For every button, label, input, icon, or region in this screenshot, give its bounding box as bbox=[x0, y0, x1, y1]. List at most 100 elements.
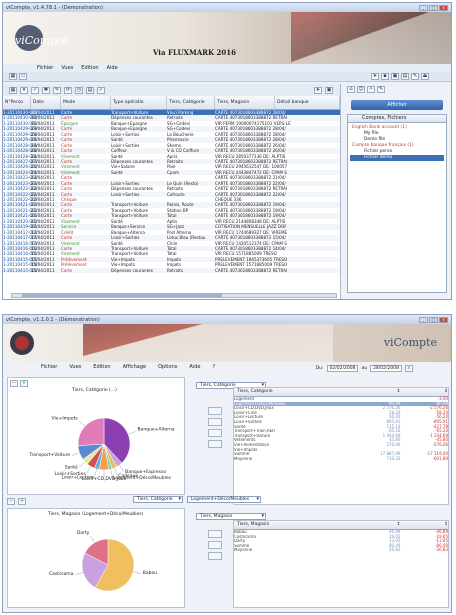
col-tiers-magasin[interactable]: Tiers, Magasin bbox=[215, 96, 275, 109]
menu-edition[interactable]: Edition bbox=[81, 65, 98, 71]
tree-item[interactable]: Fichier demo bbox=[350, 155, 444, 161]
key-icon[interactable]: ✎ bbox=[377, 86, 385, 93]
pie-panel-1: − + Tiers, Catégorie (...) Banque+Altern… bbox=[7, 377, 185, 495]
minimize-button-2[interactable]: _ bbox=[419, 316, 428, 323]
home-icon[interactable]: ⌂ bbox=[347, 86, 355, 93]
side-icons-1 bbox=[208, 407, 222, 448]
edit-icon-3[interactable] bbox=[208, 541, 222, 549]
vicompte-window-v1: viCompte, v1.4.78.1 - (Demonstration) _ … bbox=[2, 2, 452, 300]
pie-chart-icon-2[interactable] bbox=[208, 530, 222, 538]
plus-icon[interactable]: + bbox=[20, 380, 28, 387]
edit-icon-2[interactable] bbox=[208, 418, 222, 426]
chart-icon[interactable]: ▤ bbox=[401, 73, 409, 80]
tree-header[interactable]: Comptes, Fichiers bbox=[347, 114, 447, 123]
plus-icon-2[interactable]: + bbox=[18, 498, 26, 505]
edit-icon[interactable]: ✎ bbox=[411, 73, 419, 80]
cell-v1: 26,83 bbox=[389, 547, 401, 553]
sort-icon-2[interactable]: ↕ bbox=[400, 388, 448, 396]
cell-detail: CARTE 4073018603388872 RETRAI bbox=[215, 267, 288, 273]
col-nperso[interactable]: N°Perso bbox=[3, 96, 31, 109]
export-icon[interactable]: ▣ bbox=[325, 86, 333, 94]
accounts-toolbar: ⌂ ☺ ✧ ✎ bbox=[343, 84, 451, 96]
note-icon[interactable]: ▤ bbox=[86, 86, 94, 94]
pie-label: Santé bbox=[65, 464, 78, 471]
menu-vues[interactable]: Vues bbox=[61, 65, 73, 71]
app-banner: viCompte Via FLUXMARK 2016 bbox=[3, 12, 451, 64]
sort-icon-1[interactable]: ↕ bbox=[353, 388, 401, 396]
menu-fichier-2[interactable]: Fichier bbox=[41, 364, 57, 370]
close-button-2[interactable]: x bbox=[439, 316, 448, 323]
selector-logement-value[interactable]: Logement+Déco/Meubles bbox=[187, 496, 261, 503]
date-range: Du: 02/02/2008 au 28/02/2008 ⌕ bbox=[316, 365, 413, 372]
pie-slice[interactable] bbox=[77, 417, 105, 446]
table-icon-2[interactable] bbox=[208, 552, 222, 560]
menu-aide[interactable]: Aide bbox=[107, 65, 118, 71]
afficher-button[interactable]: Afficher bbox=[351, 100, 443, 110]
table-row[interactable]: 1-20110415-003 15/04/2011 Carte Dépenses co… bbox=[3, 267, 340, 274]
menu-edition-2[interactable]: Edition bbox=[93, 364, 110, 370]
maximize-button-2[interactable]: □ bbox=[429, 316, 438, 323]
table-row[interactable]: Moyenne 26,83 -26,83 bbox=[234, 548, 448, 553]
header-tiers-categorie[interactable]: Tiers, Catégorie bbox=[234, 388, 353, 396]
minus-icon-2[interactable]: − bbox=[7, 498, 15, 505]
title-bar: viCompte, v1.4.78.1 - (Demonstration) _ … bbox=[3, 3, 451, 12]
menu-help[interactable]: ? bbox=[212, 364, 215, 370]
menu-fichier[interactable]: Fichier bbox=[37, 65, 53, 71]
scroll-thumb[interactable] bbox=[22, 294, 222, 297]
col-mode[interactable]: Mode bbox=[61, 96, 111, 109]
check-icon[interactable]: ✓ bbox=[31, 86, 39, 94]
pencil-icon[interactable]: ✎ bbox=[53, 86, 61, 94]
calendar-icon[interactable]: ▦ bbox=[9, 86, 17, 94]
filter-icon[interactable]: ▾ bbox=[20, 86, 28, 94]
col-detail-banque[interactable]: Détail banque bbox=[275, 96, 340, 109]
sync-icon[interactable]: ⟳ bbox=[64, 86, 72, 94]
grid-icon[interactable]: ▦ bbox=[9, 73, 17, 80]
users-icon[interactable]: ☺ bbox=[357, 86, 365, 93]
lock-icon[interactable]: ▪ bbox=[381, 73, 389, 80]
menu-options[interactable]: Options bbox=[158, 364, 177, 370]
arrow-icon[interactable]: ➤ bbox=[371, 73, 379, 80]
pie-leader-line bbox=[86, 466, 91, 474]
table-icon[interactable] bbox=[208, 429, 222, 437]
pie-leader-line bbox=[90, 535, 95, 543]
selector-tiers-categorie-2[interactable]: Tiers, Catégorie bbox=[133, 496, 183, 503]
close-button[interactable]: x bbox=[439, 4, 448, 11]
sort-icon-4[interactable]: ↕ bbox=[400, 521, 448, 529]
accounts-panel: ⌂ ☺ ✧ ✎ Afficher Comptes, Fichiers Engli… bbox=[343, 84, 451, 299]
col-tiers-categorie[interactable]: Tiers, Catégorie bbox=[167, 96, 215, 109]
clock-icon[interactable]: ◷ bbox=[75, 86, 83, 94]
menu-affichage[interactable]: Affichage bbox=[123, 364, 147, 370]
maximize-button[interactable]: □ bbox=[429, 4, 438, 11]
minimize-button[interactable]: _ bbox=[419, 4, 428, 11]
date-from-field[interactable]: 02/02/2008 bbox=[326, 365, 359, 372]
sort-icon-3[interactable]: ↕ bbox=[353, 521, 401, 529]
selector-tiers-magasin[interactable]: Tiers, Magasin bbox=[196, 513, 266, 520]
table-row[interactable]: Moyenne 710,32 -601,89 bbox=[234, 456, 448, 462]
menu-aide-2[interactable]: Aide bbox=[189, 364, 200, 370]
pie-chart-icon[interactable] bbox=[208, 407, 222, 415]
folder-icon[interactable]: ▭ bbox=[19, 73, 27, 80]
export-icon-2[interactable] bbox=[208, 440, 222, 448]
header-tiers-magasin[interactable]: Tiers, Magasin bbox=[234, 521, 353, 529]
horizontal-scrollbar[interactable] bbox=[11, 293, 337, 298]
col-date[interactable]: Date bbox=[31, 96, 61, 109]
date-to-field[interactable]: 28/02/2008 bbox=[370, 365, 402, 372]
tag-icon[interactable]: ✱ bbox=[42, 86, 50, 94]
pie-leader-line bbox=[79, 420, 86, 427]
search-icon[interactable]: ⌕ bbox=[405, 365, 413, 372]
col-type[interactable]: Type opératio bbox=[111, 96, 167, 109]
pie-label: Babou bbox=[143, 570, 157, 576]
vicompte-window-v2: viCompte, v1.1.0.1 - (Démonstration) _ □… bbox=[2, 314, 452, 613]
menu-bar: Fichier Vues Edition Aide bbox=[3, 64, 451, 72]
pie-leader-line bbox=[128, 431, 136, 435]
checkmark-icon[interactable]: ✓ bbox=[97, 86, 105, 94]
table-header: N°Perso Date Mode Type opératio Tiers, C… bbox=[3, 96, 340, 110]
exit-icon[interactable]: ⏏ bbox=[421, 73, 429, 80]
disk-icon[interactable]: ▣ bbox=[391, 73, 399, 80]
arrow-right-icon[interactable]: ➤ bbox=[314, 86, 322, 94]
filter-toolbar: ▦ ▾ ✓ ✱ ✎ ⟳ ◷ ▤ ✓ ➤ ▣ bbox=[3, 84, 340, 96]
menu-vues-2[interactable]: Vues bbox=[69, 364, 81, 370]
minus-icon[interactable]: − bbox=[10, 380, 18, 387]
wrench-icon[interactable]: ✧ bbox=[367, 86, 375, 93]
pie-leader-line bbox=[94, 468, 97, 477]
